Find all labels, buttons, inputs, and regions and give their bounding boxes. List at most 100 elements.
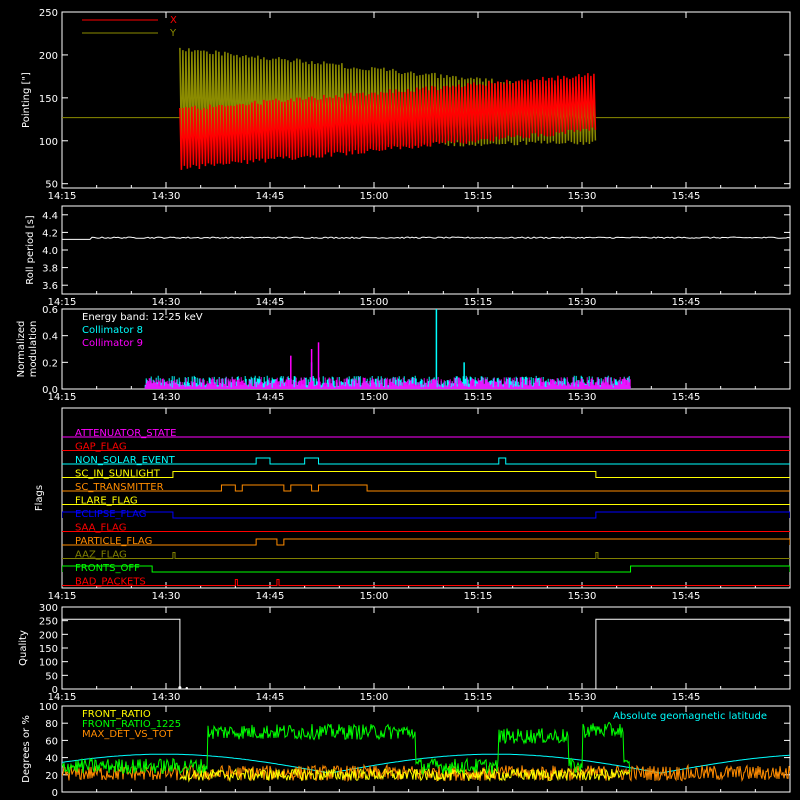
figure: Pointing ["] 14:15 14:30 14:45 15:00 15:15 15…	[16, 8, 791, 799]
y-tick-label: 100	[39, 658, 58, 669]
y-tick-label: 0.4	[42, 332, 58, 343]
x-tick-label: 15:30	[568, 392, 597, 403]
x-tick-label: 14:30	[152, 191, 181, 202]
flag-line	[62, 484, 790, 492]
y-tick-label: 300	[39, 603, 58, 614]
x-tick-label: 14:45	[256, 591, 285, 602]
x-tick-label: 14:45	[256, 191, 285, 202]
roll-ylabel: Roll period [s]	[25, 215, 36, 284]
y-tick-label: 4.2	[42, 228, 58, 239]
x-tick-label: 15:15	[464, 191, 493, 202]
flags-plot: ATTENUATOR_STATEGAP_FLAGNON_SOLAR_EVENTS…	[62, 428, 790, 588]
x-tick-label: 14:15	[48, 591, 77, 602]
legend-geomag-latitude: Absolute geomagnetic latitude	[613, 711, 767, 722]
pointing-legend: X Y	[82, 15, 177, 39]
roll-frame	[61, 205, 791, 295]
x-tick-label: 14:30	[152, 591, 181, 602]
modulation-plot	[144, 309, 631, 389]
flag-line	[62, 471, 790, 478]
x-tick-label: 15:30	[568, 692, 597, 703]
flag-line	[62, 565, 790, 573]
y-tick-label: 150	[39, 94, 58, 105]
roll-plot	[62, 236, 790, 240]
y-tick-label: 200	[39, 51, 58, 62]
y-tick-label: 200	[39, 630, 58, 641]
series-collimator-9	[144, 377, 631, 389]
x-tick-label: 15:30	[568, 591, 597, 602]
x-tick-label: 15:45	[672, 591, 701, 602]
flag-line	[62, 538, 790, 546]
modulation-ylabel-1: Normalized	[16, 321, 27, 378]
y-tick-label: 50	[45, 671, 58, 682]
x-tick-label: 14:30	[152, 392, 181, 403]
modulation-annotation: Energy band: 12-25 keV	[82, 312, 203, 323]
y-tick-label: 3.8	[42, 264, 58, 275]
y-tick-label: 60	[45, 736, 58, 747]
y-tick-label: 4.0	[42, 246, 58, 257]
flag-line	[62, 552, 790, 559]
x-tick-label: 14:15	[48, 191, 77, 202]
x-tick-label: 14:45	[256, 392, 285, 403]
y-tick-label: 250	[39, 8, 58, 19]
x-tick-label: 14:30	[152, 692, 181, 703]
x-tick-label: 15:15	[464, 392, 493, 403]
quality-ticks: 14:15 14:30 14:45 15:00 15:15 15:30 15:4505010…	[39, 603, 790, 703]
x-tick-label: 15:00	[360, 297, 389, 308]
y-tick-label: 100	[39, 702, 58, 713]
flag-label: FRONTS_OFF	[75, 563, 140, 574]
legend-max-det: MAX_DET_VS_TOT	[82, 729, 174, 740]
x-tick-label: 14:45	[256, 297, 285, 308]
x-tick-label: 15:00	[360, 591, 389, 602]
quality-ylabel: Quality	[18, 630, 29, 666]
y-tick-label: 80	[45, 719, 58, 730]
legend-collimator-9: Collimator 9	[82, 338, 143, 349]
y-tick-label: 0	[52, 788, 58, 799]
x-tick-label: 15:45	[672, 297, 701, 308]
y-tick-label: 0	[52, 685, 58, 696]
pointing-ylabel: Pointing ["]	[21, 72, 32, 128]
y-tick-label: 0.0	[42, 385, 58, 396]
legend-y-label: Y	[169, 28, 177, 39]
geo-ylabel: Degrees or %	[21, 715, 32, 783]
y-tick-label: 20	[45, 771, 58, 782]
x-tick-label: 14:45	[256, 692, 285, 703]
roll-panel: Roll period [s] 14:15 14:30 14:45 15:00 15:1…	[25, 205, 791, 308]
legend-x-label: X	[170, 15, 177, 26]
modulation-ylabel-2: modulation	[28, 321, 39, 378]
x-tick-label: 15:00	[360, 191, 389, 202]
y-tick-label: 50	[45, 180, 58, 191]
pointing-plot	[62, 47, 790, 170]
x-tick-label: 15:30	[568, 297, 597, 308]
quality-line	[62, 618, 790, 689]
roll-line	[62, 236, 790, 240]
pointing-panel: Pointing ["] 14:15 14:30 14:45 15:00 15:15 15…	[21, 8, 791, 202]
x-tick-label: 15:00	[360, 692, 389, 703]
flag-line	[62, 579, 790, 586]
x-tick-label: 15:15	[464, 692, 493, 703]
x-tick-label: 15:45	[672, 692, 701, 703]
quality-plot	[62, 618, 790, 689]
flag-line	[62, 511, 790, 519]
x-tick-label: 15:45	[672, 191, 701, 202]
y-tick-label: 150	[39, 644, 58, 655]
legend-collimator-8: Collimator 8	[82, 325, 143, 336]
x-tick-label: 15:30	[568, 191, 597, 202]
y-tick-label: 40	[45, 754, 58, 765]
x-tick-label: 15:45	[672, 392, 701, 403]
x-tick-label: 15:15	[464, 297, 493, 308]
quality-panel: Quality 14:15 14:30 14:45 15:00 15:15 15:30 15…	[18, 603, 791, 703]
y-tick-label: 0.6	[42, 305, 58, 316]
x-tick-label: 15:15	[464, 591, 493, 602]
y-tick-label: 250	[39, 617, 58, 628]
quality-point	[178, 686, 182, 689]
flag-label: ECLIPSE_FLAG	[75, 509, 146, 520]
y-tick-label: 4.4	[42, 211, 58, 222]
flags-ylabel: Flags	[34, 485, 45, 511]
y-tick-label: 0.2	[42, 358, 58, 369]
roll-ticks: 14:15 14:30 14:45 15:00 15:15 15:30 15:453.63.…	[42, 206, 790, 308]
geo-panel: Degrees or % 020406080100 FRONT_RATIO FR…	[21, 702, 791, 799]
y-tick-label: 3.6	[42, 281, 58, 292]
modulation-panel: Normalized modulation 14:15 14:30 14:45 15:…	[16, 305, 791, 403]
x-tick-label: 14:30	[152, 297, 181, 308]
flags-panel: Flags 14:15 14:30 14:45 15:00 15:15 15:30 15:4…	[34, 407, 791, 602]
